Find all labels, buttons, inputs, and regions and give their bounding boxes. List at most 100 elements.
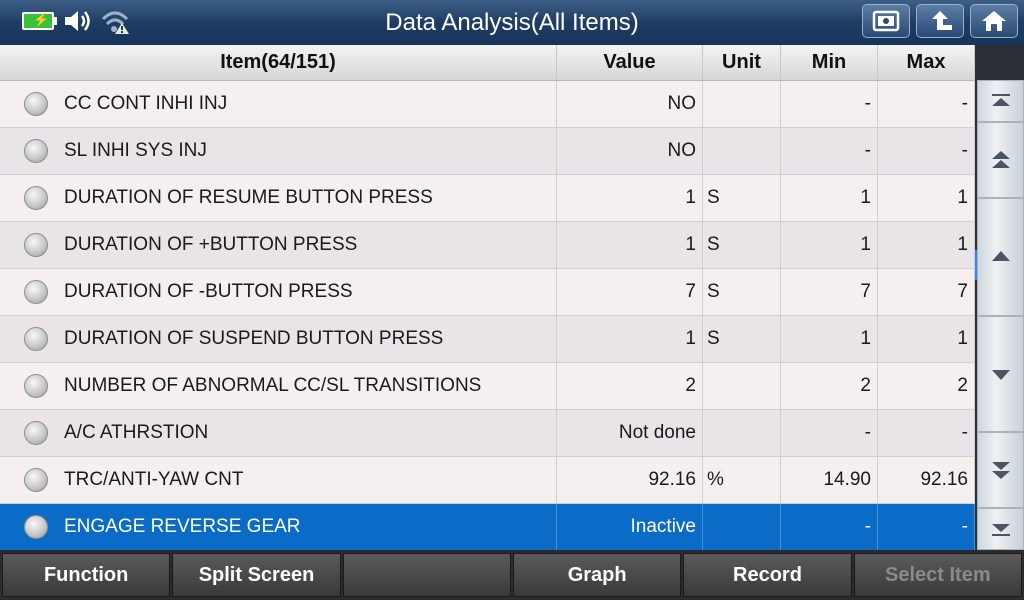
item-min: 1 xyxy=(781,222,878,268)
radio-icon[interactable] xyxy=(24,233,48,257)
radio-icon[interactable] xyxy=(24,515,48,539)
item-name: A/C ATHRSTION xyxy=(64,422,209,443)
column-unit[interactable]: Unit xyxy=(703,45,781,80)
home-button[interactable] xyxy=(970,4,1018,38)
item-min: 14.90 xyxy=(781,457,878,503)
graph-button[interactable]: Graph xyxy=(512,553,682,597)
line-up-button[interactable] xyxy=(977,198,1024,316)
home-icon xyxy=(982,11,1006,31)
item-value: 2 xyxy=(557,363,703,409)
column-max[interactable]: Max xyxy=(878,45,975,80)
split-screen-button[interactable]: Split Screen xyxy=(172,553,341,597)
item-name: SL INHI SYS INJ xyxy=(64,140,207,161)
radio-icon[interactable] xyxy=(24,327,48,351)
item-max: 1 xyxy=(878,222,975,268)
item-name: DURATION OF SUSPEND BUTTON PRESS xyxy=(64,328,444,349)
item-max: 92.16 xyxy=(878,457,975,503)
column-value[interactable]: Value xyxy=(557,45,703,80)
item-name: DURATION OF -BUTTON PRESS xyxy=(64,281,353,302)
item-unit xyxy=(703,504,781,550)
item-value: NO xyxy=(557,81,703,127)
scroll-bottom-icon xyxy=(991,524,1010,536)
item-value: Inactive xyxy=(557,504,703,550)
function-button[interactable]: Function xyxy=(2,553,171,597)
item-unit: S xyxy=(703,175,781,221)
scroll-top-button[interactable] xyxy=(977,80,1024,122)
item-name: ENGAGE REVERSE GEAR xyxy=(64,516,301,537)
item-value: 1 xyxy=(557,175,703,221)
item-min: - xyxy=(781,410,878,456)
column-item[interactable]: Item(64/151) xyxy=(0,45,557,80)
item-max: 1 xyxy=(878,175,975,221)
back-icon xyxy=(932,11,952,30)
item-max: 1 xyxy=(878,316,975,362)
item-value: 7 xyxy=(557,269,703,315)
page-down-icon xyxy=(991,462,1010,479)
item-value: 1 xyxy=(557,316,703,362)
radio-icon[interactable] xyxy=(24,92,48,116)
item-min: - xyxy=(781,128,878,174)
item-value: Not done xyxy=(557,410,703,456)
title-bar: ⚡ Data Analysis(All Items) xyxy=(0,0,1024,45)
table-row[interactable]: CC CONT INHI INJ NO - - xyxy=(0,81,975,128)
item-unit: S xyxy=(703,316,781,362)
radio-icon[interactable] xyxy=(24,139,48,163)
item-unit: % xyxy=(703,457,781,503)
bottom-toolbar: Function Split Screen Graph Record Selec… xyxy=(0,550,1024,600)
item-unit: S xyxy=(703,222,781,268)
table-row[interactable]: DURATION OF -BUTTON PRESS 7 S 7 7 xyxy=(0,269,975,316)
page-down-button[interactable] xyxy=(977,432,1024,508)
table-row[interactable]: DURATION OF SUSPEND BUTTON PRESS 1 S 1 1 xyxy=(0,316,975,363)
table-row[interactable]: NUMBER OF ABNORMAL CC/SL TRANSITIONS 2 2… xyxy=(0,363,975,410)
scroll-bottom-button[interactable] xyxy=(977,508,1024,550)
back-button[interactable] xyxy=(916,4,964,38)
scrollbar[interactable] xyxy=(977,80,1024,550)
item-unit xyxy=(703,363,781,409)
radio-icon[interactable] xyxy=(24,421,48,445)
radio-icon[interactable] xyxy=(24,186,48,210)
table-header: Item(64/151) Value Unit Min Max xyxy=(0,45,975,81)
item-name: TRC/ANTI-YAW CNT xyxy=(64,469,244,490)
item-name: NUMBER OF ABNORMAL CC/SL TRANSITIONS xyxy=(64,375,482,396)
item-value: 92.16 xyxy=(557,457,703,503)
item-max: 2 xyxy=(878,363,975,409)
column-min[interactable]: Min xyxy=(781,45,878,80)
scroll-top-icon xyxy=(991,94,1010,106)
record-button[interactable]: Record xyxy=(683,553,852,597)
item-min: - xyxy=(781,81,878,127)
item-max: - xyxy=(878,410,975,456)
table-row[interactable]: DURATION OF +BUTTON PRESS 1 S 1 1 xyxy=(0,222,975,269)
radio-icon[interactable] xyxy=(24,468,48,492)
line-down-button[interactable] xyxy=(977,316,1024,432)
item-max: - xyxy=(878,128,975,174)
item-unit: S xyxy=(703,269,781,315)
page-up-button[interactable] xyxy=(977,122,1024,198)
item-min: 7 xyxy=(781,269,878,315)
table-row[interactable]: A/C ATHRSTION Not done - - xyxy=(0,410,975,457)
item-max: 7 xyxy=(878,269,975,315)
table-row[interactable]: TRC/ANTI-YAW CNT 92.16 % 14.90 92.16 xyxy=(0,457,975,504)
table-row-selected[interactable]: ENGAGE REVERSE GEAR Inactive - - xyxy=(0,504,975,551)
select-item-button[interactable]: Select Item xyxy=(853,553,1022,597)
item-value: NO xyxy=(557,128,703,174)
item-min: - xyxy=(781,504,878,550)
blank-button[interactable] xyxy=(342,553,511,597)
screenshot-icon xyxy=(872,10,900,32)
table-row[interactable]: SL INHI SYS INJ NO - - xyxy=(0,128,975,175)
radio-icon[interactable] xyxy=(24,374,48,398)
table-row[interactable]: DURATION OF RESUME BUTTON PRESS 1 S 1 1 xyxy=(0,175,975,222)
item-unit xyxy=(703,410,781,456)
radio-icon[interactable] xyxy=(24,280,48,304)
item-unit xyxy=(703,81,781,127)
line-down-icon xyxy=(991,370,1010,380)
data-table: Item(64/151) Value Unit Min Max CC CONT … xyxy=(0,45,975,551)
item-name: DURATION OF RESUME BUTTON PRESS xyxy=(64,187,433,208)
item-max: - xyxy=(878,504,975,550)
line-up-icon xyxy=(991,251,1010,261)
item-name: DURATION OF +BUTTON PRESS xyxy=(64,234,358,255)
page-up-icon xyxy=(991,151,1010,168)
item-value: 1 xyxy=(557,222,703,268)
screenshot-button[interactable] xyxy=(862,4,910,38)
item-min: 2 xyxy=(781,363,878,409)
item-name: CC CONT INHI INJ xyxy=(64,93,228,114)
